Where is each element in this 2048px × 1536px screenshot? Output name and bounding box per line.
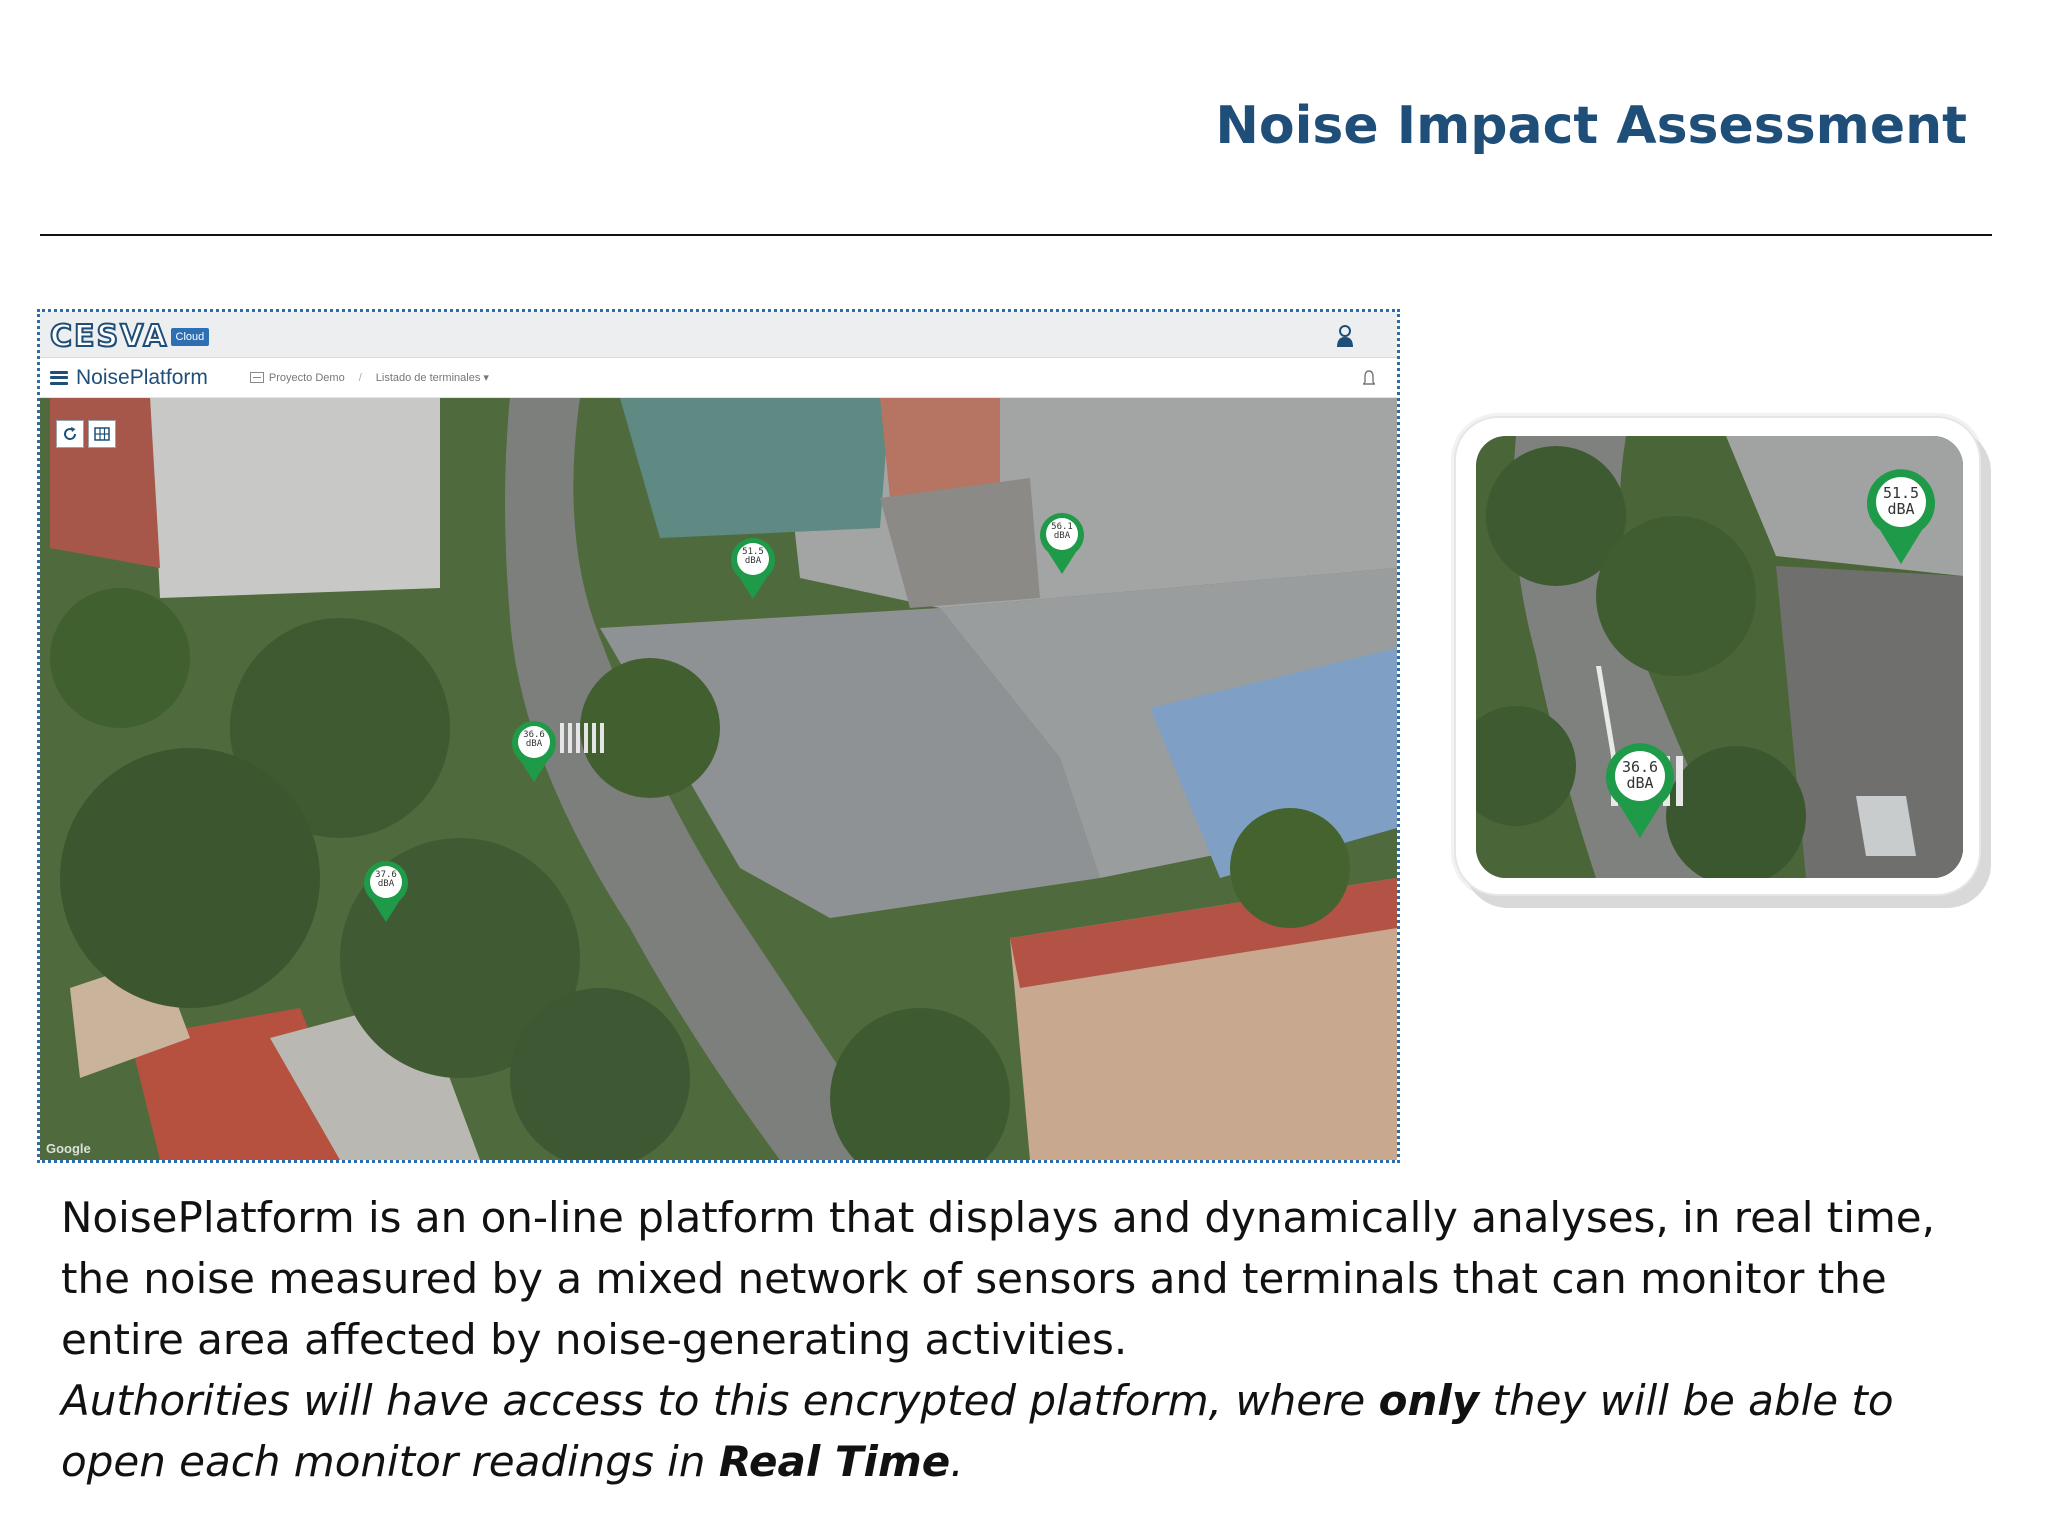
menu-button[interactable]: NoisePlatform (50, 366, 208, 390)
noise-marker[interactable]: 56.1 dBA (1036, 510, 1088, 576)
map-toolbar (56, 420, 116, 448)
grid-view-button[interactable] (88, 420, 116, 448)
app-name: NoisePlatform (76, 365, 208, 389)
noise-marker[interactable]: 36.6 dBA (508, 718, 560, 784)
marker-pin-icon (1040, 513, 1084, 574)
emphasis-only: only (1378, 1376, 1480, 1425)
zoomed-map-inset: 51.5 dBA 36.6 dBA (1454, 416, 1981, 896)
refresh-icon (64, 427, 77, 440)
brand-badge: Cloud (170, 327, 210, 346)
description-text: NoisePlatform is an on-line platform tha… (61, 1187, 2001, 1492)
emphasis-real-time: Real Time (718, 1437, 951, 1486)
marker-unit: dBA (1626, 773, 1654, 792)
breadcrumb-separator: / (358, 371, 362, 384)
cesva-logo: CESVA Cloud (49, 318, 210, 355)
top-nav: NoisePlatform Proyecto Demo / Listado de… (40, 358, 1397, 398)
title-divider (40, 234, 1992, 236)
breadcrumb-project[interactable]: Proyecto Demo (249, 371, 345, 384)
bell-icon[interactable] (1363, 370, 1375, 387)
marker-unit: dBA (1053, 531, 1071, 542)
zoomed-noise-marker[interactable]: 36.6 dBA (1600, 738, 1680, 840)
zoomed-noise-marker[interactable]: 51.5 dBA (1861, 464, 1941, 566)
marker-pin-icon (731, 538, 775, 599)
brand-name: CESVA (49, 318, 169, 355)
noise-marker[interactable]: 37.6 dBA (360, 858, 412, 924)
noiseplatform-screenshot: CESVA Cloud NoisePlatform Proyecto Demo … (37, 309, 1400, 1163)
authorities-text-1: Authorities will have access to this enc… (61, 1376, 1379, 1425)
marker-pin-icon (364, 861, 408, 922)
authorities-text-end: . (950, 1437, 964, 1486)
grid-icon (94, 427, 110, 441)
description-paragraph: NoisePlatform is an on-line platform tha… (61, 1193, 1935, 1364)
refresh-button[interactable] (56, 420, 84, 448)
menu-icon (50, 370, 68, 385)
marker-pin-icon (512, 721, 556, 782)
brand-bar: CESVA Cloud (40, 312, 1397, 358)
marker-unit: dBA (744, 556, 762, 567)
satellite-imagery (40, 398, 1397, 1160)
slide-title: Noise Impact Assessment (1215, 96, 1967, 156)
map-attribution: Google (46, 1141, 91, 1156)
marker-unit: dBA (1887, 499, 1915, 518)
terminal-list-dropdown[interactable]: Listado de terminales ▾ (376, 371, 489, 384)
terminal-list-label: Listado de terminales ▾ (375, 372, 489, 384)
noise-marker[interactable]: 51.5 dBA (727, 535, 779, 601)
project-icon (249, 372, 264, 383)
authorities-paragraph: Authorities will have access to this enc… (61, 1370, 2001, 1492)
marker-unit: dBA (377, 879, 395, 890)
user-icon[interactable] (1335, 324, 1355, 348)
satellite-map[interactable]: 51.5 dBA 56.1 dBA 36.6 dBA 37.6 dBA Goog… (40, 398, 1397, 1160)
zoomed-satellite-map: 51.5 dBA 36.6 dBA (1476, 436, 1963, 878)
marker-unit: dBA (525, 739, 543, 750)
breadcrumb-project-label: Proyecto Demo (268, 371, 345, 384)
